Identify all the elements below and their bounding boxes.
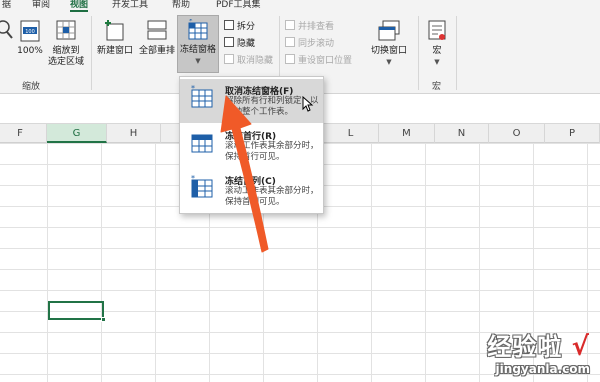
menu-item-description: 滚动工作表其余部分时，保持首列可见。 xyxy=(225,186,319,207)
column-header[interactable]: F xyxy=(0,124,47,143)
macros-group-label: 宏 xyxy=(432,82,442,92)
arrange-all-label: 全部重排 xyxy=(138,46,175,56)
zoom-to-selection-label-1: 缩放到 xyxy=(52,46,80,56)
freeze-panes-icon: * xyxy=(188,19,208,40)
svg-text:*: * xyxy=(191,175,195,183)
sync-scroll-icon xyxy=(285,37,295,47)
reset-window-icon xyxy=(285,54,295,64)
active-cell[interactable] xyxy=(48,301,106,322)
unhide-button[interactable]: 取消隐藏 xyxy=(224,54,273,67)
column-header[interactable]: M xyxy=(379,124,435,143)
arrange-all-icon xyxy=(147,20,167,40)
column-header[interactable]: P xyxy=(545,124,600,143)
arrange-all-button[interactable]: 全部重排 xyxy=(137,18,177,57)
column-header[interactable]: N xyxy=(435,124,489,143)
zoom-to-selection-icon xyxy=(56,20,76,40)
mouse-cursor-icon xyxy=(302,96,314,112)
ribbon-tabs: 据 审阅 视图 开发工具 帮助 PDF工具集 xyxy=(0,0,600,12)
tab-data[interactable]: 据 xyxy=(2,0,11,12)
split-label: 拆分 xyxy=(237,22,256,32)
column-header-selected[interactable]: G xyxy=(47,124,107,143)
tab-pdf-tools[interactable]: PDF工具集 xyxy=(216,0,261,12)
sync-scroll-label: 同步滚动 xyxy=(298,39,335,49)
tab-developer[interactable]: 开发工具 xyxy=(112,0,148,12)
zoom-group-label: 缩放 xyxy=(22,82,41,92)
unhide-label: 取消隐藏 xyxy=(237,56,274,66)
view-side-by-side-button[interactable]: 并排查看 xyxy=(285,20,334,33)
menu-item-freeze-first-column[interactable]: * 冻结首列(C) 滚动工作表其余部分时，保持首列可见。 xyxy=(180,169,323,213)
macros-button[interactable]: 宏 ▼ xyxy=(424,18,450,68)
tab-help[interactable]: 帮助 xyxy=(172,0,190,12)
hide-button[interactable]: 隐藏 xyxy=(224,37,255,50)
reset-window-position-button[interactable]: 重设窗口位置 xyxy=(285,54,352,67)
checkmark-icon: √ xyxy=(571,332,590,362)
switch-windows-icon xyxy=(378,20,400,41)
macros-icon xyxy=(428,20,446,40)
tab-review[interactable]: 审阅 xyxy=(32,0,50,12)
zoom-100-label: 100% xyxy=(17,46,43,56)
chevron-down-icon: ▼ xyxy=(195,57,201,65)
freeze-first-column-icon: * xyxy=(191,175,213,198)
ribbon-separator xyxy=(456,16,457,90)
menu-item-description: 滚动工作表其余部分时，保持首行可见。 xyxy=(225,141,319,162)
column-header[interactable]: H xyxy=(107,124,161,143)
split-icon xyxy=(224,20,234,30)
hide-icon xyxy=(224,37,234,47)
chevron-down-icon: ▼ xyxy=(386,58,392,66)
zoom-to-selection-label-2: 选定区域 xyxy=(47,57,84,67)
switch-windows-label: 切换窗口 xyxy=(370,46,407,56)
new-window-label: 新建窗口 xyxy=(96,46,133,56)
svg-text:100: 100 xyxy=(25,29,35,35)
svg-text:*: * xyxy=(191,85,195,93)
new-window-button[interactable]: 新建窗口 xyxy=(95,18,135,57)
zoom-100-button[interactable]: 100 100% xyxy=(16,18,44,57)
watermark: 经验啦 √ jingyanla.com xyxy=(487,327,590,376)
unfreeze-panes-icon: * xyxy=(191,85,213,108)
freeze-top-row-icon xyxy=(191,134,213,153)
view-side-by-side-label: 并排查看 xyxy=(298,22,335,32)
tab-view[interactable]: 视图 xyxy=(70,0,89,12)
new-window-icon xyxy=(105,20,124,41)
freeze-panes-button[interactable]: * 冻结窗格 ▼ xyxy=(177,15,219,73)
hide-label: 隐藏 xyxy=(237,39,256,49)
column-header[interactable]: L xyxy=(323,124,379,143)
side-by-side-icon xyxy=(285,20,295,30)
menu-item-freeze-top-row[interactable]: 冻结首行(R) 滚动工作表其余部分时，保持首行可见。 xyxy=(180,124,323,168)
switch-windows-button[interactable]: 切换窗口 ▼ xyxy=(366,18,412,68)
watermark-text: 经验啦 xyxy=(487,333,563,361)
macros-label: 宏 xyxy=(432,46,442,56)
column-header[interactable]: O xyxy=(489,124,545,143)
unhide-icon xyxy=(224,54,234,64)
freeze-panes-label: 冻结窗格 xyxy=(179,45,216,55)
watermark-url: jingyanla.com xyxy=(495,362,590,376)
zoom-button[interactable] xyxy=(0,18,14,46)
reset-window-position-label: 重设窗口位置 xyxy=(298,56,353,66)
split-button[interactable]: 拆分 xyxy=(224,20,255,33)
sync-scroll-button[interactable]: 同步滚动 xyxy=(285,37,334,50)
fill-handle[interactable] xyxy=(101,317,106,322)
svg-text:*: * xyxy=(189,19,193,25)
ribbon-separator xyxy=(91,16,92,90)
magnifier-icon xyxy=(0,20,13,39)
zoom-to-selection-button[interactable]: 缩放到 选定区域 xyxy=(46,18,86,68)
chevron-down-icon: ▼ xyxy=(434,58,440,66)
ribbon-separator xyxy=(418,16,419,90)
zoom-100-icon: 100 xyxy=(20,20,40,42)
